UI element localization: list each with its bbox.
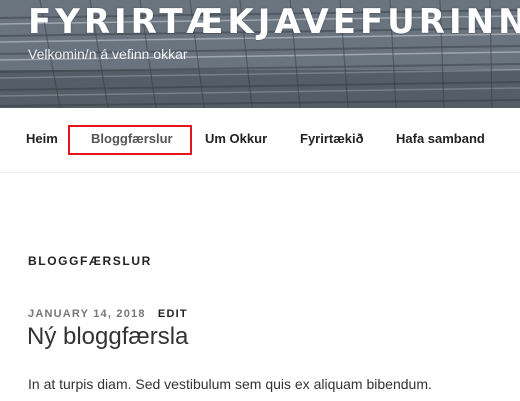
post-excerpt: In at turpis diam. Sed vestibulum sem qu… — [28, 376, 432, 392]
post-edit-link[interactable]: EDIT — [158, 308, 188, 320]
site-header: FYRIRTÆKJAVEFURINN MI Velkomin/n á vefin… — [0, 0, 520, 108]
nav-item-heim[interactable]: Heim — [26, 131, 58, 146]
post-meta: JANUARY 14, 2018 EDIT — [28, 308, 188, 320]
main-navigation: Heim Bloggfærslur Um Okkur Fyrirtækið Ha… — [0, 108, 520, 173]
post-date[interactable]: JANUARY 14, 2018 — [28, 308, 146, 320]
post-title[interactable]: Ný bloggfærsla — [27, 323, 188, 351]
nav-item-bloggfaerslur[interactable]: Bloggfærslur — [91, 131, 173, 146]
nav-item-fyrirtaekid[interactable]: Fyrirtækið — [300, 131, 364, 146]
nav-item-um-okkur[interactable]: Um Okkur — [205, 131, 267, 146]
site-tagline: Velkomin/n á vefinn okkar — [28, 46, 188, 62]
site-title[interactable]: FYRIRTÆKJAVEFURINN MI — [28, 2, 520, 42]
page-title: BLOGGFÆRSLUR — [28, 254, 152, 268]
nav-item-hafa-samband[interactable]: Hafa samband — [396, 131, 485, 146]
